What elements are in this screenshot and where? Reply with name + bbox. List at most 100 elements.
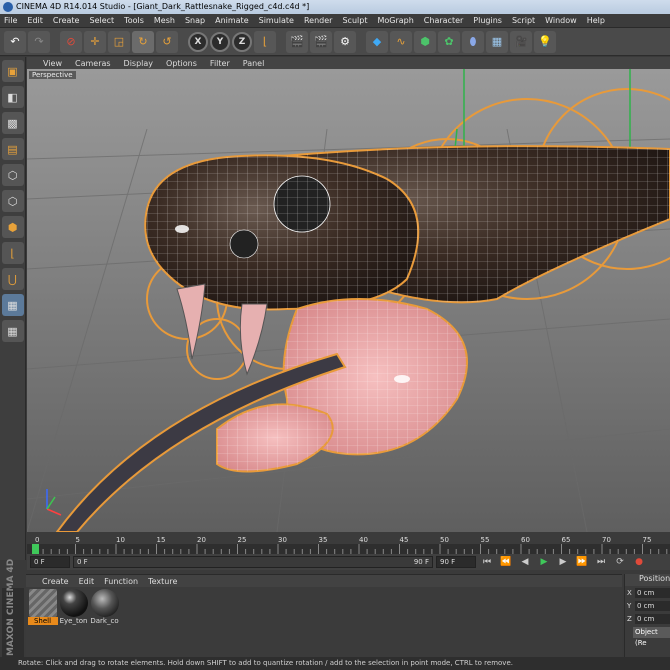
camera-icon[interactable]: 🎥 xyxy=(510,30,532,53)
menu-window[interactable]: Window xyxy=(545,16,577,25)
workplane-mode-icon[interactable]: ▤ xyxy=(1,138,24,160)
live-selection-icon[interactable]: ⊘ xyxy=(60,30,82,53)
make-editable-icon[interactable]: ▣ xyxy=(1,60,24,82)
next-key-icon[interactable]: ⏩ xyxy=(574,555,590,569)
material-dark-color[interactable]: Dark_co xyxy=(90,589,119,625)
menu-mograph[interactable]: MoGraph xyxy=(377,16,413,25)
timeline-ruler[interactable]: 0 5 10 15 20 25 30 35 40 45 50 55 60 65 70 75 xyxy=(27,532,670,554)
coordinate-mode-select[interactable]: Object (Re xyxy=(633,627,670,647)
timeline-track[interactable] xyxy=(27,544,670,554)
x-axis-icon[interactable]: X xyxy=(188,31,208,52)
viewport-menu-cameras[interactable]: Cameras xyxy=(75,59,111,68)
axis-mode-icon[interactable]: ⌊ xyxy=(1,242,24,264)
timeline-tick-label: 5 xyxy=(76,536,80,544)
coord-z-field[interactable]: 0 cm xyxy=(635,614,670,624)
redo-icon[interactable]: ↷ xyxy=(28,30,50,53)
material-name: Shell xyxy=(27,617,58,625)
viewport-menu-panel[interactable]: Panel xyxy=(243,59,265,68)
cube-icon[interactable]: ◆ xyxy=(366,30,388,53)
timeline-tick-label: 45 xyxy=(400,536,409,544)
coord-row-x: X 0 cm xyxy=(625,587,670,599)
timeline-tick-label: 50 xyxy=(440,536,449,544)
y-axis-icon[interactable]: Y xyxy=(210,31,230,52)
material-shell[interactable]: Shell xyxy=(27,589,58,625)
perspective-viewport[interactable]: Perspective xyxy=(27,69,670,532)
menu-animate[interactable]: Animate xyxy=(215,16,249,25)
workplane-icon[interactable]: ▦ xyxy=(1,294,24,316)
array-icon[interactable]: ✿ xyxy=(438,30,460,53)
z-axis-icon[interactable]: Z xyxy=(232,31,252,52)
floor-icon[interactable]: ▦ xyxy=(486,30,508,53)
previous-key-icon[interactable]: ⏪ xyxy=(498,555,514,569)
menu-select[interactable]: Select xyxy=(89,16,114,25)
playhead[interactable] xyxy=(32,544,39,554)
material-menu-edit[interactable]: Edit xyxy=(79,577,95,586)
render-to-picture-viewer-icon[interactable]: 🎬 xyxy=(310,30,332,53)
material-name: Dark_co xyxy=(90,617,119,625)
viewport-menu-options[interactable]: Options xyxy=(166,59,197,68)
window-title: CINEMA 4D R14.014 Studio - [Giant_Dark_R… xyxy=(16,2,310,11)
viewport-menu-view[interactable]: View xyxy=(43,59,62,68)
material-menu-texture[interactable]: Texture xyxy=(148,577,177,586)
previous-frame-icon[interactable]: ◀ xyxy=(517,555,533,569)
menu-tools[interactable]: Tools xyxy=(124,16,144,25)
viewport-menu-display[interactable]: Display xyxy=(124,59,154,68)
light-icon[interactable]: 💡 xyxy=(534,30,556,53)
menu-character[interactable]: Character xyxy=(424,16,464,25)
menu-plugins[interactable]: Plugins xyxy=(473,16,502,25)
material-eye[interactable]: Eye_ton xyxy=(59,589,88,625)
material-preview xyxy=(28,589,57,617)
loop-icon[interactable]: ⟳ xyxy=(612,555,628,569)
menu-sculpt[interactable]: Sculpt xyxy=(342,16,367,25)
rotate-icon[interactable]: ↻ xyxy=(132,30,154,53)
lock-workplane-icon[interactable]: ▦ xyxy=(1,320,24,342)
material-preview xyxy=(59,589,88,617)
menu-simulate[interactable]: Simulate xyxy=(259,16,294,25)
end-frame-field[interactable]: 90 F xyxy=(436,556,476,568)
coord-y-field[interactable]: 0 cm xyxy=(635,601,670,611)
render-view-icon[interactable]: 🎬 xyxy=(286,30,308,53)
viewport-label: Perspective xyxy=(29,71,76,79)
menu-file[interactable]: File xyxy=(4,16,17,25)
texture-mode-icon[interactable]: ▩ xyxy=(1,112,24,134)
current-frame-field[interactable]: 0 F xyxy=(30,556,70,568)
deformer-icon[interactable]: ⬮ xyxy=(462,30,484,53)
timeline-tick-label: 70 xyxy=(602,536,611,544)
nurbs-icon[interactable]: ⬢ xyxy=(414,30,436,53)
menu-edit[interactable]: Edit xyxy=(27,16,43,25)
polygons-mode-icon[interactable]: ⬢ xyxy=(1,216,24,238)
go-to-start-icon[interactable]: ⏮ xyxy=(479,555,495,569)
menu-snap[interactable]: Snap xyxy=(185,16,205,25)
material-menu-create[interactable]: Create xyxy=(42,577,69,586)
edges-mode-icon[interactable]: ⬡ xyxy=(1,190,24,212)
timeline-tick-label: 0 xyxy=(35,536,39,544)
menu-mesh[interactable]: Mesh xyxy=(154,16,175,25)
model-mode-icon[interactable]: ◧ xyxy=(1,86,24,108)
menu-script[interactable]: Script xyxy=(512,16,535,25)
undo-icon[interactable]: ↶ xyxy=(4,30,26,53)
snapping-icon[interactable]: ⋃ xyxy=(1,268,24,290)
spline-icon[interactable]: ∿ xyxy=(390,30,412,53)
material-menu-function[interactable]: Function xyxy=(104,577,138,586)
record-icon[interactable]: ● xyxy=(631,555,647,569)
move-icon[interactable]: ✛ xyxy=(84,30,106,53)
go-to-end-icon[interactable]: ⏭ xyxy=(593,555,609,569)
left-tool-palette: ▣ ◧ ▩ ▤ ⬡ ⬡ ⬢ ⌊ ⋃ ▦ ▦ xyxy=(0,57,26,560)
menu-help[interactable]: Help xyxy=(587,16,605,25)
points-mode-icon[interactable]: ⬡ xyxy=(1,164,24,186)
preview-range-slider[interactable]: 0 F 90 F xyxy=(73,556,433,568)
play-icon[interactable]: ▶ xyxy=(536,555,552,569)
edit-render-settings-icon[interactable]: ⚙ xyxy=(334,30,356,53)
next-frame-icon[interactable]: ▶ xyxy=(555,555,571,569)
coord-x-field[interactable]: 0 cm xyxy=(635,588,670,598)
viewport-menu-filter[interactable]: Filter xyxy=(210,59,230,68)
scale-icon[interactable]: ◲ xyxy=(108,30,130,53)
title-bar: CINEMA 4D R14.014 Studio - [Giant_Dark_R… xyxy=(0,0,670,14)
playback-bar: 0 F 0 F 90 F 90 F ⏮ ⏪ ◀ ▶ ▶ ⏩ ⏭ ⟳ ● xyxy=(27,554,670,570)
timeline-tick-label: 10 xyxy=(116,536,125,544)
range-end-label: 90 F xyxy=(413,558,429,566)
recent-tool-icon[interactable]: ↺ xyxy=(156,30,178,53)
menu-render[interactable]: Render xyxy=(304,16,332,25)
coordinate-system-icon[interactable]: ⌊ xyxy=(254,30,276,53)
menu-create[interactable]: Create xyxy=(53,16,80,25)
